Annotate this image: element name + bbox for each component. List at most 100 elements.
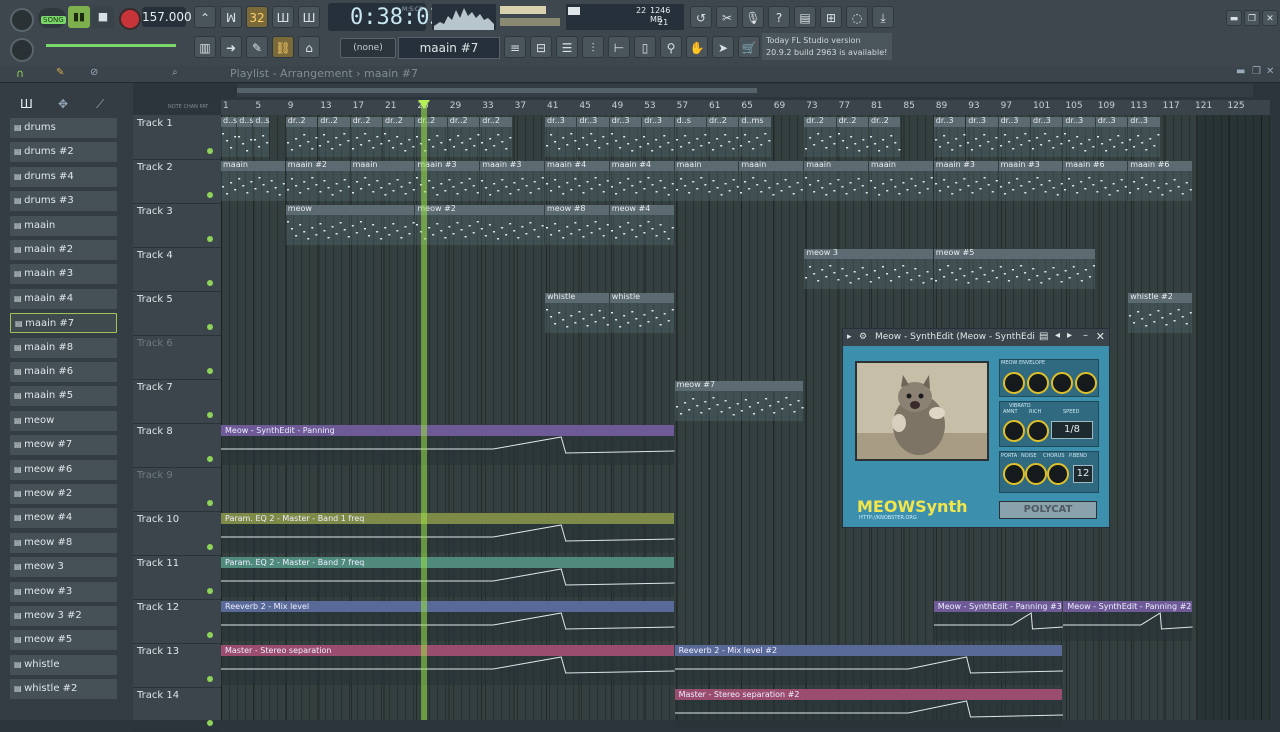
vibrato-rich-knob[interactable] — [1027, 420, 1049, 442]
touch-controller-icon[interactable]: ✋ — [686, 36, 708, 58]
pattern-clip[interactable]: meow #5 — [933, 248, 1095, 289]
mute-icon[interactable]: ⊘ — [90, 67, 98, 78]
render-icon[interactable]: ⊞ — [820, 6, 842, 28]
stop-button[interactable]: ■ — [92, 6, 114, 28]
automation-clip[interactable]: Meow - SynthEdit - Panning #2 — [1063, 601, 1193, 641]
master-pitch-knob[interactable] — [10, 38, 34, 62]
track-enable-toggle[interactable] — [207, 676, 213, 682]
track-enable-toggle[interactable] — [207, 368, 213, 374]
track-header[interactable]: Track 6 — [133, 335, 221, 380]
preset-next-icon[interactable]: ▸ — [1067, 330, 1072, 341]
automation-clip[interactable]: Param. EQ 2 - Master - Band 7 freq — [221, 557, 675, 597]
stamp-icon[interactable]: ⌂ — [298, 36, 320, 58]
automation-clip[interactable]: Meow - SynthEdit - Panning — [221, 425, 675, 465]
sustain-knob[interactable] — [1051, 372, 1073, 394]
pattern-clip[interactable]: dr..2 — [285, 116, 318, 157]
track-header[interactable]: Track 12 — [133, 599, 221, 644]
pattern-list-item[interactable]: ▤ maain #2 — [10, 240, 117, 260]
plugin-icon[interactable]: ⚲ — [660, 36, 682, 58]
minimize-icon[interactable]: ▬ — [1226, 10, 1242, 26]
synth-close-icon[interactable]: ✕ — [1096, 330, 1105, 343]
automation-curve[interactable] — [221, 601, 675, 641]
picker-pattern-icon[interactable]: Ш — [20, 97, 33, 111]
track-enable-toggle[interactable] — [207, 456, 213, 462]
track-header[interactable]: Track 1 — [133, 115, 221, 160]
automation-curve[interactable] — [221, 425, 675, 465]
pattern-clip[interactable]: dr..3 — [1095, 116, 1128, 157]
noise-knob[interactable] — [1025, 463, 1047, 485]
synth-minimize-icon[interactable]: – — [1083, 330, 1088, 341]
help-icon[interactable]: ? — [768, 6, 790, 28]
cut-icon[interactable]: ✂ — [716, 6, 738, 28]
timeline-ruler[interactable]: 1591317212529333741454953576165697377818… — [221, 100, 1270, 115]
playhead[interactable] — [421, 100, 427, 720]
master-volume-slider[interactable] — [46, 44, 176, 47]
keyboard-icon[interactable]: ▥ — [194, 36, 216, 58]
track-enable-toggle[interactable] — [207, 632, 213, 638]
pattern-clip[interactable]: maain #4 — [545, 160, 609, 201]
download-icon[interactable]: ⤓ — [872, 6, 894, 28]
gear-icon[interactable]: ⚙ — [859, 329, 867, 346]
preset-name-button[interactable]: POLYCAT — [999, 501, 1097, 519]
loop-record-icon[interactable]: Ш — [298, 6, 320, 28]
track-enable-toggle[interactable] — [207, 192, 213, 198]
automation-curve[interactable] — [221, 513, 675, 553]
pattern-clip[interactable]: meow #7 — [674, 380, 804, 421]
release-knob[interactable] — [1075, 372, 1097, 394]
pattern-clip[interactable]: meow #8 — [545, 204, 609, 245]
arrow-right-icon[interactable]: ➜ — [220, 36, 242, 58]
pattern-list-item[interactable]: ▤ maain #8 — [10, 337, 117, 358]
restore-icon[interactable]: ❐ — [1244, 10, 1260, 26]
pattern-clip[interactable]: meow 3 — [804, 248, 933, 289]
pencil-icon[interactable]: ✎ — [56, 67, 64, 78]
track-header[interactable]: Track 5 — [133, 291, 221, 336]
pattern-list-item[interactable]: ▤ whistle #2 — [10, 679, 117, 700]
pattern-list-item[interactable]: ▤ meow #6 — [10, 459, 117, 480]
pattern-clip[interactable]: meow #2 — [415, 204, 544, 245]
draw-tool-icon[interactable]: ✎ — [246, 36, 268, 58]
channel-rack-icon[interactable]: ☰ — [556, 36, 578, 58]
close-icon[interactable]: ✕ — [1262, 10, 1278, 26]
track-header[interactable]: Track 4 — [133, 247, 221, 292]
automation-curve[interactable] — [674, 645, 1064, 685]
pattern-list-item[interactable]: ▤ maain — [10, 215, 117, 236]
magnet-icon[interactable]: ∩ — [16, 67, 24, 80]
pattern-clip[interactable]: dr..3 — [642, 116, 674, 157]
preset-prev-icon[interactable]: ◂ — [1055, 330, 1060, 341]
playlist-restore-icon[interactable]: ❐ — [1252, 66, 1261, 77]
pattern-clip[interactable]: dr..3 — [609, 116, 642, 157]
pattern-clip[interactable]: maain — [350, 160, 415, 201]
pattern-list-item[interactable]: ▤ maain #6 — [10, 362, 117, 382]
track-enable-toggle[interactable] — [207, 720, 213, 726]
pattern-clip[interactable]: meow #4 — [609, 204, 674, 245]
pattern-clip[interactable]: maain #2 — [285, 160, 350, 201]
pattern-list-item[interactable]: ▤ drums #4 — [10, 166, 117, 187]
scale-selector[interactable]: (none) — [340, 38, 396, 58]
pattern-clip[interactable]: dr..3 — [577, 116, 609, 157]
track-enable-toggle[interactable] — [207, 588, 213, 594]
playlist-grid[interactable]: d..s d..s d..s dr..2 dr..2 dr..2 dr..2 dr..2 dr.… — [221, 115, 1270, 729]
zoom-icon[interactable]: ⌕ — [172, 67, 178, 78]
track-enable-toggle[interactable] — [207, 324, 213, 330]
pattern-list-item[interactable]: ▤ maain #5 — [10, 386, 117, 407]
pattern-clip[interactable]: dr..2 — [804, 116, 836, 157]
automation-clip[interactable]: Reeverb 2 - Mix level — [221, 601, 675, 641]
pattern-clip[interactable]: maain #3 — [998, 160, 1063, 201]
pattern-list-item[interactable]: ▤ meow #8 — [10, 532, 117, 553]
pattern-clip[interactable]: dr..2 — [836, 116, 868, 157]
pattern-list-item[interactable]: ▤ meow #2 — [10, 484, 117, 504]
metronome-icon[interactable]: ⌃ — [194, 6, 216, 28]
pattern-clip[interactable]: dr..2 — [447, 116, 480, 157]
pattern-list-item[interactable]: ▤ meow #7 — [10, 435, 117, 456]
synth-menu-icon[interactable]: ▤ — [1039, 331, 1048, 342]
playlist-icon[interactable]: ≡ — [504, 36, 526, 58]
pattern-clip[interactable]: dr..3 — [1063, 116, 1095, 157]
automation-curve[interactable] — [221, 645, 675, 685]
record-button[interactable] — [119, 8, 141, 30]
pattern-clip[interactable]: maain — [804, 160, 868, 201]
pattern-clip[interactable]: maain — [869, 160, 933, 201]
automation-clip[interactable]: Master - Stereo separation #2 — [674, 689, 1064, 729]
collapse-arrow-icon[interactable]: ▸ — [847, 329, 852, 346]
pattern-selector[interactable]: maain #7 — [398, 37, 500, 59]
browser-icon[interactable]: ⊢ — [608, 36, 630, 58]
